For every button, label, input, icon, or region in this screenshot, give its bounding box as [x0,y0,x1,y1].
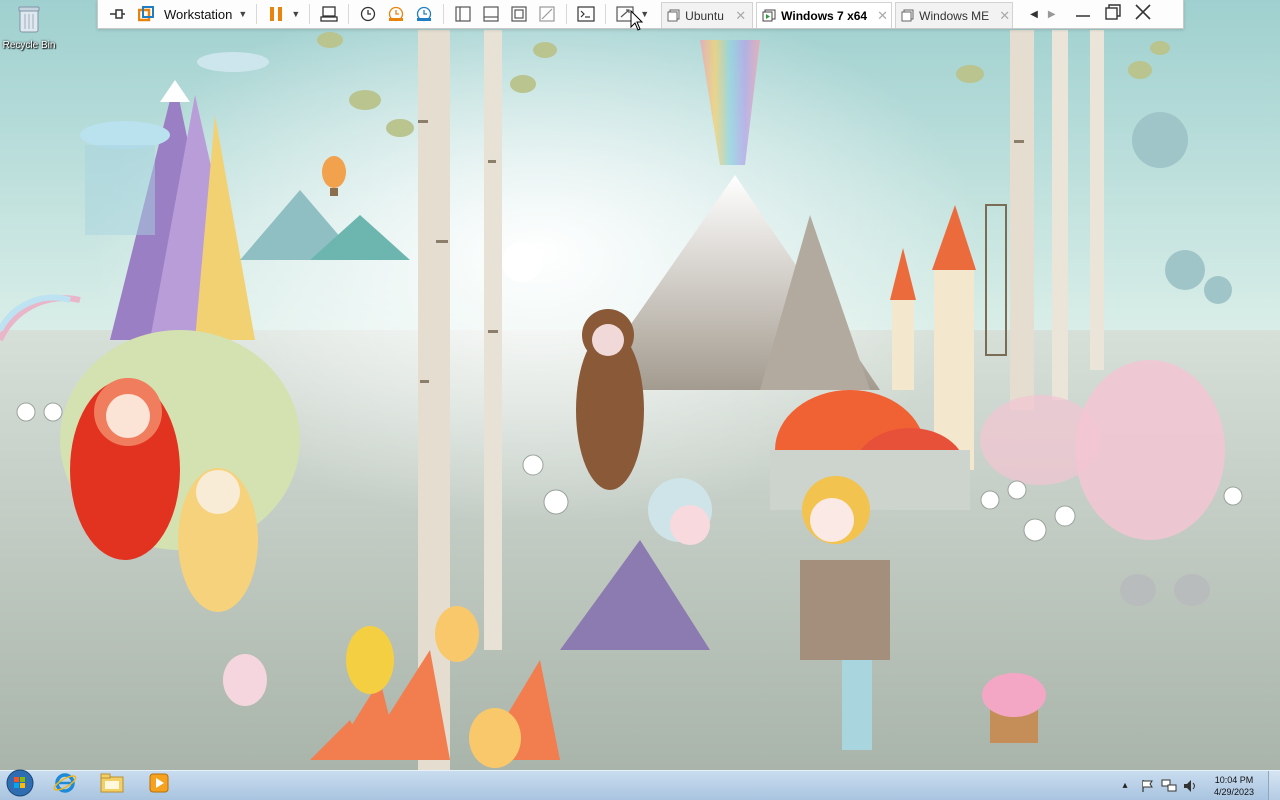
clock-time: 10:04 PM [1214,774,1254,785]
toolbar-separator [443,4,445,24]
library-panel-icon [455,6,471,22]
taskbar-file-explorer[interactable] [90,772,134,800]
revert-snapshot-button[interactable] [385,3,407,25]
tab-scroll-left-icon[interactable]: ◀ [1030,9,1038,20]
terminal-icon [577,6,595,22]
toolbar-separator [256,4,258,24]
pause-vm-button[interactable] [265,3,287,25]
toolbar-separator [348,4,350,24]
restore-button[interactable] [1098,1,1128,27]
tab-ubuntu[interactable]: Ubuntu ✕ [661,2,754,28]
ctrl-alt-del-icon [320,6,338,22]
windows-taskbar: ▴ 10:04 PM 4/29/2023 [0,769,1280,800]
vm-tab-strip: Ubuntu ✕ Windows 7 x64 ✕ Windows ME ✕ [661,0,1016,28]
show-thumbnail-bar-button[interactable] [480,3,502,25]
pause-icon [269,6,283,22]
windows-orb-icon [6,769,34,800]
show-library-button[interactable] [452,3,474,25]
desktop-wallpaper [0,0,1280,770]
recycle-bin-icon [17,4,41,39]
take-snapshot-button[interactable] [357,3,379,25]
volume-icon[interactable] [1182,777,1200,795]
toolbar-separator [309,4,311,24]
tab-label: Windows ME [919,8,990,23]
pin-icon [110,8,126,20]
minimize-icon [1075,5,1091,23]
snapshot-clock-icon [360,6,376,22]
file-explorer-icon [99,772,125,799]
vmware-workstation-icon [138,6,154,22]
media-player-icon [148,772,170,799]
power-menu-chevron-down-icon[interactable]: ▼ [291,9,300,19]
internet-explorer-icon [53,771,77,800]
system-clock[interactable]: 10:04 PM 4/29/2023 [1206,774,1262,798]
clock-date: 4/29/2023 [1213,786,1255,797]
tab-scroll-right-icon[interactable]: ▶ [1048,9,1056,20]
snapshot-manager-icon [415,6,433,22]
close-button[interactable] [1128,1,1158,27]
tab-close-icon[interactable]: ✕ [999,8,1010,24]
full-screen-button[interactable] [508,3,530,25]
workstation-menu-chevron-down-icon[interactable]: ▼ [238,9,247,19]
vm-tab-icon [901,9,914,22]
full-screen-icon [511,6,527,22]
console-view-button[interactable] [575,3,597,25]
notification-area: ▴ 10:04 PM 4/29/2023 [1114,770,1280,800]
send-ctrl-alt-del-button[interactable] [318,3,340,25]
show-desktop-button[interactable] [1268,770,1280,800]
unity-button[interactable] [536,3,558,25]
tab-label: Windows 7 x64 [781,8,868,23]
tab-close-icon[interactable]: ✕ [877,8,888,24]
tab-label: Ubuntu [685,8,724,23]
workstation-logo[interactable] [135,3,157,25]
snapshot-manager-button[interactable] [413,3,435,25]
workstation-menu[interactable]: Workstation [164,7,232,22]
tab-close-icon[interactable]: ✕ [735,8,746,24]
start-button[interactable] [0,769,40,800]
minimize-button[interactable] [1068,1,1098,27]
vm-tab-icon [667,9,680,22]
network-icon[interactable] [1160,777,1178,795]
mouse-pointer-icon [630,9,644,37]
window-controls [1068,1,1158,27]
action-center-flag-icon[interactable] [1138,777,1156,795]
pin-toolbar-button[interactable] [107,3,129,25]
tab-windows-me[interactable]: Windows ME ✕ [895,2,1014,28]
unity-icon [539,6,555,22]
vm-running-icon [762,9,776,22]
toolbar-separator [605,4,607,24]
taskbar-internet-explorer[interactable] [43,772,87,800]
taskbar-media-player[interactable] [137,772,181,800]
toolbar-separator [566,4,568,24]
revert-snapshot-icon [387,6,405,22]
show-hidden-icons-button[interactable]: ▴ [1116,777,1134,795]
recycle-bin-label: Recycle Bin [2,40,56,51]
tab-scroll-arrows: ◀ ▶ [1030,9,1055,20]
tab-windows-7-x64[interactable]: Windows 7 x64 ✕ [756,2,893,28]
thumbnail-bar-icon [483,6,499,22]
close-icon [1134,3,1152,26]
desktop-icon-recycle-bin[interactable]: Recycle Bin [2,4,56,51]
restore-icon [1104,3,1121,25]
